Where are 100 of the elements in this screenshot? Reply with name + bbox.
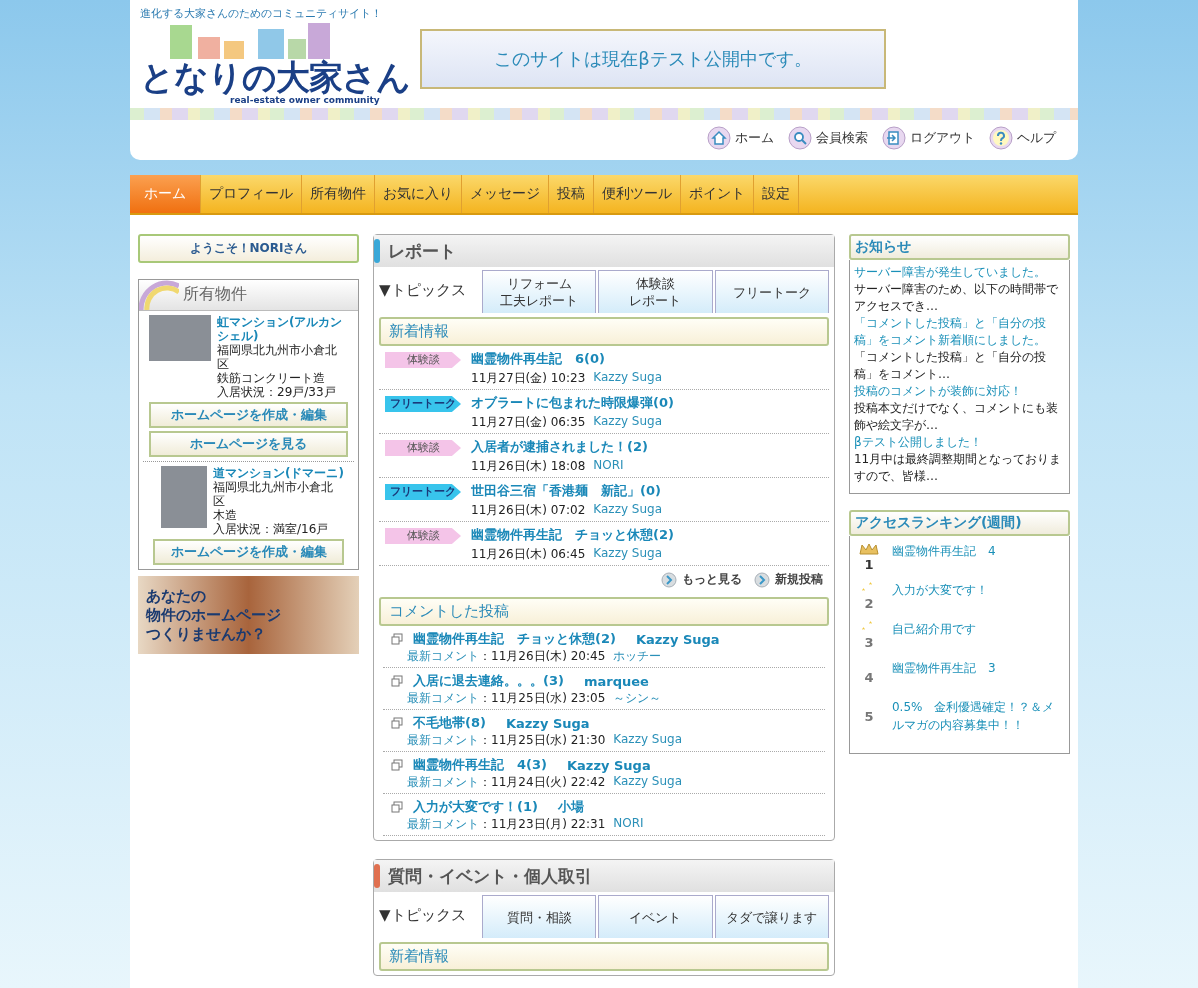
rank-number: 2	[864, 595, 874, 612]
occupancy-text: 入居状況：満室/16戸	[213, 522, 330, 536]
topics-label: ▼トピックス	[379, 280, 467, 300]
subsection-heading: 新着情報	[379, 317, 829, 346]
topic-tab[interactable]: 質問・相談	[482, 895, 597, 938]
nav-tab[interactable]: ポイント	[681, 175, 754, 213]
property-link[interactable]: 道マンション(ドマーニ)	[213, 466, 344, 480]
comment-link[interactable]: 最新コメント	[407, 690, 479, 707]
post-date: 11月26日(木) 18:08	[471, 458, 586, 475]
section-title: 質問・イベント・個人取引	[388, 864, 592, 888]
homepage-button[interactable]: ホームページを見る	[149, 431, 348, 457]
nav-tab[interactable]: お気に入り	[375, 175, 462, 213]
promo-banner[interactable]: あなたの 物件のホームページ つくりませんか？	[138, 576, 359, 654]
logo-subtitle: real-estate owner community	[230, 95, 380, 105]
accent-bar	[374, 864, 380, 888]
homepage-button[interactable]: ホームページを作成・編集	[149, 402, 348, 428]
topic-tab[interactable]: タダで譲ります	[714, 895, 829, 938]
ranking-link[interactable]: 入力が大変です！	[891, 581, 988, 599]
nav-tab[interactable]: 投稿	[549, 175, 594, 213]
post-link[interactable]: 幽霊物件再生記 6(0)	[471, 350, 663, 368]
nav-tab[interactable]: 便利ツール	[594, 175, 681, 213]
post-link[interactable]: 入力が大変です！(1)	[413, 798, 538, 816]
comment-date: ：11月26日(木) 20:45	[479, 648, 606, 665]
commenter-link[interactable]: ホッチー	[613, 648, 662, 665]
windows-icon	[391, 717, 403, 729]
post-link[interactable]: 入居者が逮捕されました！(2)	[471, 438, 648, 456]
property-address: 福岡県北九州市小倉北区	[217, 343, 338, 371]
property-structure: 鉄筋コンクリート造	[217, 371, 326, 385]
news-summary: サーバー障害のため、以下の時間帯でアクセスでき…	[853, 281, 1059, 315]
category-tag: 体験談	[385, 352, 461, 368]
house-icon	[707, 126, 731, 150]
ranking-link[interactable]: 自己紹介用です	[891, 620, 976, 638]
news-link[interactable]: 「コメントした投稿」と「自分の投稿」をコメント新着順にしました。	[853, 315, 1065, 349]
post-date: 11月27日(金) 06:35	[471, 414, 586, 431]
rank-number: 4	[864, 669, 874, 686]
post-link[interactable]: 幽霊物件再生記 4(3)	[413, 756, 547, 774]
panel-title: お知らせ	[848, 234, 1070, 260]
news-link[interactable]: サーバー障害が発生していました。	[853, 264, 1065, 281]
help-icon	[989, 126, 1013, 150]
homepage-button[interactable]: ホームページを作成・編集	[153, 539, 344, 565]
commenter-link[interactable]: NORI	[613, 816, 644, 833]
news-link[interactable]: 投稿のコメントが装飾に対応！	[853, 383, 1065, 400]
windows-icon	[391, 801, 403, 813]
ranking-link[interactable]: 幽霊物件再生記 3	[891, 659, 996, 677]
more-link[interactable]: 新規投稿	[753, 571, 823, 588]
panel-title: 所有物件	[183, 284, 247, 305]
search-icon	[788, 126, 812, 150]
post-link[interactable]: オブラートに包まれた時限爆弾(0)	[471, 394, 674, 412]
topic-tab[interactable]: リフォーム 工夫レポート	[482, 270, 597, 313]
author-link[interactable]: Kazzy Suga	[567, 757, 651, 773]
news-link[interactable]: βテスト公開しました！	[853, 434, 1065, 451]
rank-number: 5	[864, 708, 874, 725]
rainbow-icon	[139, 280, 179, 310]
nav-tab[interactable]: 設定	[754, 175, 799, 213]
author-link[interactable]: Kazzy Suga	[593, 370, 663, 387]
author-link[interactable]: Kazzy Suga	[593, 502, 663, 519]
comment-link[interactable]: 最新コメント	[407, 816, 479, 833]
ranking-link[interactable]: 幽霊物件再生記 4	[891, 542, 996, 560]
post-link[interactable]: 幽霊物件再生記 チョッと休憩(2)	[471, 526, 674, 544]
commenter-link[interactable]: Kazzy Suga	[613, 774, 683, 791]
post-link[interactable]: 不毛地帯(8)	[413, 714, 486, 732]
post-link[interactable]: 世田谷三宿「香港麺 新記」(0)	[471, 482, 663, 500]
post-date: 11月26日(木) 07:02	[471, 502, 586, 519]
author-link[interactable]: Kazzy Suga	[593, 546, 663, 563]
crown-icon	[857, 542, 880, 556]
post-link[interactable]: 入居に退去連絡。。。(3)	[413, 672, 564, 690]
nav-tab[interactable]: 所有物件	[302, 175, 375, 213]
notice-banner: このサイトは現在βテスト公開中です。	[420, 29, 886, 89]
comment-link[interactable]: 最新コメント	[407, 732, 479, 749]
author-link[interactable]: NORI	[593, 458, 624, 475]
author-link[interactable]: marquee	[583, 673, 649, 689]
commenter-link[interactable]: ～シン～	[613, 690, 662, 707]
accent-bar	[374, 239, 380, 263]
nav-tab[interactable]: メッセージ	[462, 175, 549, 213]
utility-link[interactable]: 会員検索	[788, 126, 868, 150]
author-link[interactable]: Kazzy Suga	[593, 414, 663, 431]
utility-link[interactable]: ヘルプ	[989, 126, 1056, 150]
utility-link[interactable]: ログアウト	[882, 126, 975, 150]
author-link[interactable]: Kazzy Suga	[635, 631, 720, 647]
topic-tab[interactable]: イベント	[598, 895, 713, 938]
ranking-link[interactable]: 0.5% 金利優遇確定！？＆メルマガの内容募集中！！	[891, 698, 1065, 734]
author-link[interactable]: Kazzy Suga	[505, 715, 590, 731]
post-date: 11月27日(金) 10:23	[471, 370, 586, 387]
utility-link[interactable]: ホーム	[707, 126, 774, 150]
subsection-heading: コメントした投稿	[379, 597, 829, 626]
commenter-link[interactable]: Kazzy Suga	[613, 732, 683, 749]
photo-placeholder	[161, 466, 207, 528]
comment-link[interactable]: 最新コメント	[407, 774, 479, 791]
nav-tab[interactable]: プロフィール	[201, 175, 302, 213]
topics-label: ▼トピックス	[379, 905, 467, 925]
comment-link[interactable]: 最新コメント	[407, 648, 479, 665]
topic-tab[interactable]: 体験談 レポート	[598, 270, 713, 313]
section-title: レポート	[388, 239, 456, 263]
post-link[interactable]: 幽霊物件再生記 チョッと休憩(2)	[413, 630, 616, 648]
property-link[interactable]: 虹マンション(アルカンシェル)	[217, 315, 348, 343]
topic-tab[interactable]: フリートーク	[714, 270, 829, 313]
more-link[interactable]: もっと見る	[660, 571, 742, 588]
panel-title: アクセスランキング(週間)	[848, 510, 1070, 536]
author-link[interactable]: 小場	[557, 798, 584, 816]
nav-tab[interactable]: ホーム	[130, 175, 201, 213]
